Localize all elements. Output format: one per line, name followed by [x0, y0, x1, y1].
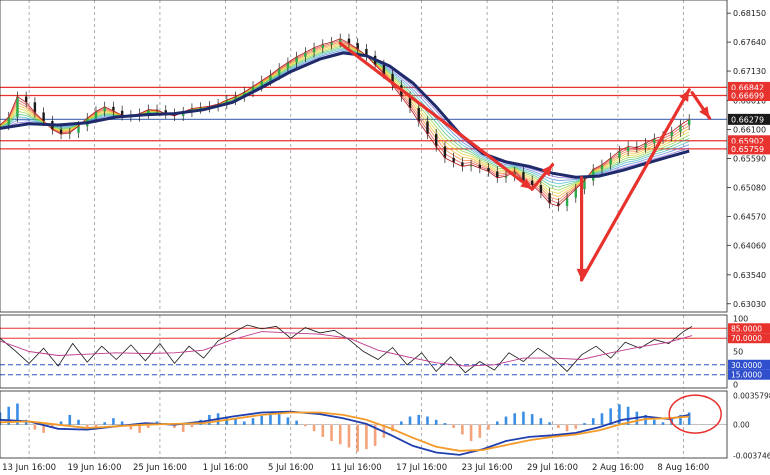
histogram-bar: [304, 424, 307, 427]
histogram-bar: [77, 419, 80, 425]
x-tick-label: 29 Jul 16:00: [527, 463, 578, 473]
x-tick-label: 8 Aug 16:00: [657, 463, 709, 473]
y-tick-label: 0.65080: [733, 183, 766, 192]
histogram-bar: [295, 420, 298, 425]
histogram-bar: [600, 413, 604, 425]
histogram-bar: [120, 421, 124, 425]
histogram-bar: [513, 413, 517, 425]
histogram-bar: [85, 424, 89, 428]
histogram-bar: [330, 424, 333, 442]
histogram-bar: [408, 416, 412, 425]
x-tick-label: 25 Jun 16:00: [133, 463, 187, 473]
x-tick-label: 17 Jul 16:00: [396, 463, 447, 473]
histogram-bar: [190, 424, 194, 428]
histogram-bar: [522, 411, 525, 425]
histogram-bar: [653, 419, 656, 425]
histogram-bar: [321, 424, 325, 437]
histogram-bar: [33, 424, 37, 430]
histogram-bar: [356, 424, 359, 452]
candle-body: [16, 96, 19, 118]
level-label: 85.0000: [731, 324, 762, 333]
histogram-bar: [234, 418, 237, 425]
y-tick-label: 0.00: [733, 421, 750, 430]
histogram-bar: [426, 416, 429, 425]
y-tick-label: 0.66100: [733, 126, 766, 135]
y-tick-label: 0: [733, 381, 738, 390]
y-tick-label: 0.63030: [733, 300, 766, 309]
y-tick-label: 100: [733, 314, 748, 323]
histogram-bar: [417, 414, 421, 425]
histogram-bar: [548, 422, 551, 425]
y-tick-label: 0.64570: [733, 212, 766, 221]
histogram-bar: [68, 414, 72, 425]
x-tick-label: 19 Jun 16:00: [68, 463, 122, 473]
histogram-bar: [504, 416, 508, 425]
histogram-bar: [277, 414, 281, 425]
histogram-bar: [609, 408, 612, 425]
x-tick-label: 23 Jul 16:00: [462, 463, 513, 473]
histogram-bar: [338, 424, 342, 445]
y-tick-label: 0.64060: [733, 241, 766, 250]
x-tick-label: 13 Jun 16:00: [2, 463, 56, 473]
chart: 13 Jun 16:00 19 Jun 16:00 25 Jun 16:00 1 Ju…: [0, 0, 770, 475]
histogram-bar: [452, 424, 455, 428]
histogram-bar: [347, 424, 351, 448]
histogram-bar: [443, 423, 447, 425]
histogram-bar: [583, 423, 586, 425]
level-label: 30.0000: [731, 361, 762, 370]
histogram-bar: [103, 422, 106, 425]
level-label: 15.0000: [731, 371, 762, 380]
histogram-bar: [365, 424, 368, 450]
y-tick-label: 0.63540: [733, 271, 766, 280]
histogram-bar: [251, 418, 255, 425]
histogram-bar: [112, 418, 115, 425]
histogram-bar: [400, 421, 403, 425]
histogram-bar: [530, 414, 534, 425]
histogram-bar: [469, 424, 473, 442]
histogram-bar: [242, 421, 246, 425]
histogram-bar: [461, 424, 464, 435]
y-tick-label: 0.65590: [733, 154, 766, 163]
histogram-bar: [312, 424, 316, 432]
histogram-bar: [487, 424, 490, 430]
price-label: 0.66699: [731, 92, 764, 101]
histogram-bar: [591, 418, 595, 425]
level-label: 70.0000: [731, 334, 762, 343]
histogram-bar: [574, 424, 578, 429]
histogram-bar: [661, 422, 665, 425]
histogram-bar: [181, 424, 185, 433]
x-tick-label: 5 Jul 16:00: [268, 463, 314, 473]
histogram-bar: [495, 421, 499, 425]
histogram-bar: [478, 424, 482, 438]
histogram-bar: [260, 415, 264, 425]
price-label: 0.66279: [731, 116, 764, 125]
y-tick-label: 0.0035798: [733, 391, 770, 400]
x-tick-label: 2 Aug 16:00: [592, 463, 644, 473]
y-tick-label: 0.67640: [733, 38, 766, 47]
histogram-bar: [557, 424, 560, 428]
y-tick-label: 0.67130: [733, 67, 766, 76]
histogram-bar: [434, 419, 438, 425]
y-tick-label: 0.68150: [733, 9, 766, 18]
x-tick-label: 1 Jul 16:00: [203, 463, 249, 473]
histogram-bar: [539, 418, 543, 425]
histogram-bar: [286, 417, 290, 425]
y-tick-label: -0.003746: [733, 451, 770, 460]
histogram-bar: [565, 424, 569, 432]
price-label: 0.65759: [731, 145, 764, 154]
x-tick-label: 11 Jul 16:00: [331, 463, 382, 473]
y-tick-label: 50: [733, 348, 743, 357]
